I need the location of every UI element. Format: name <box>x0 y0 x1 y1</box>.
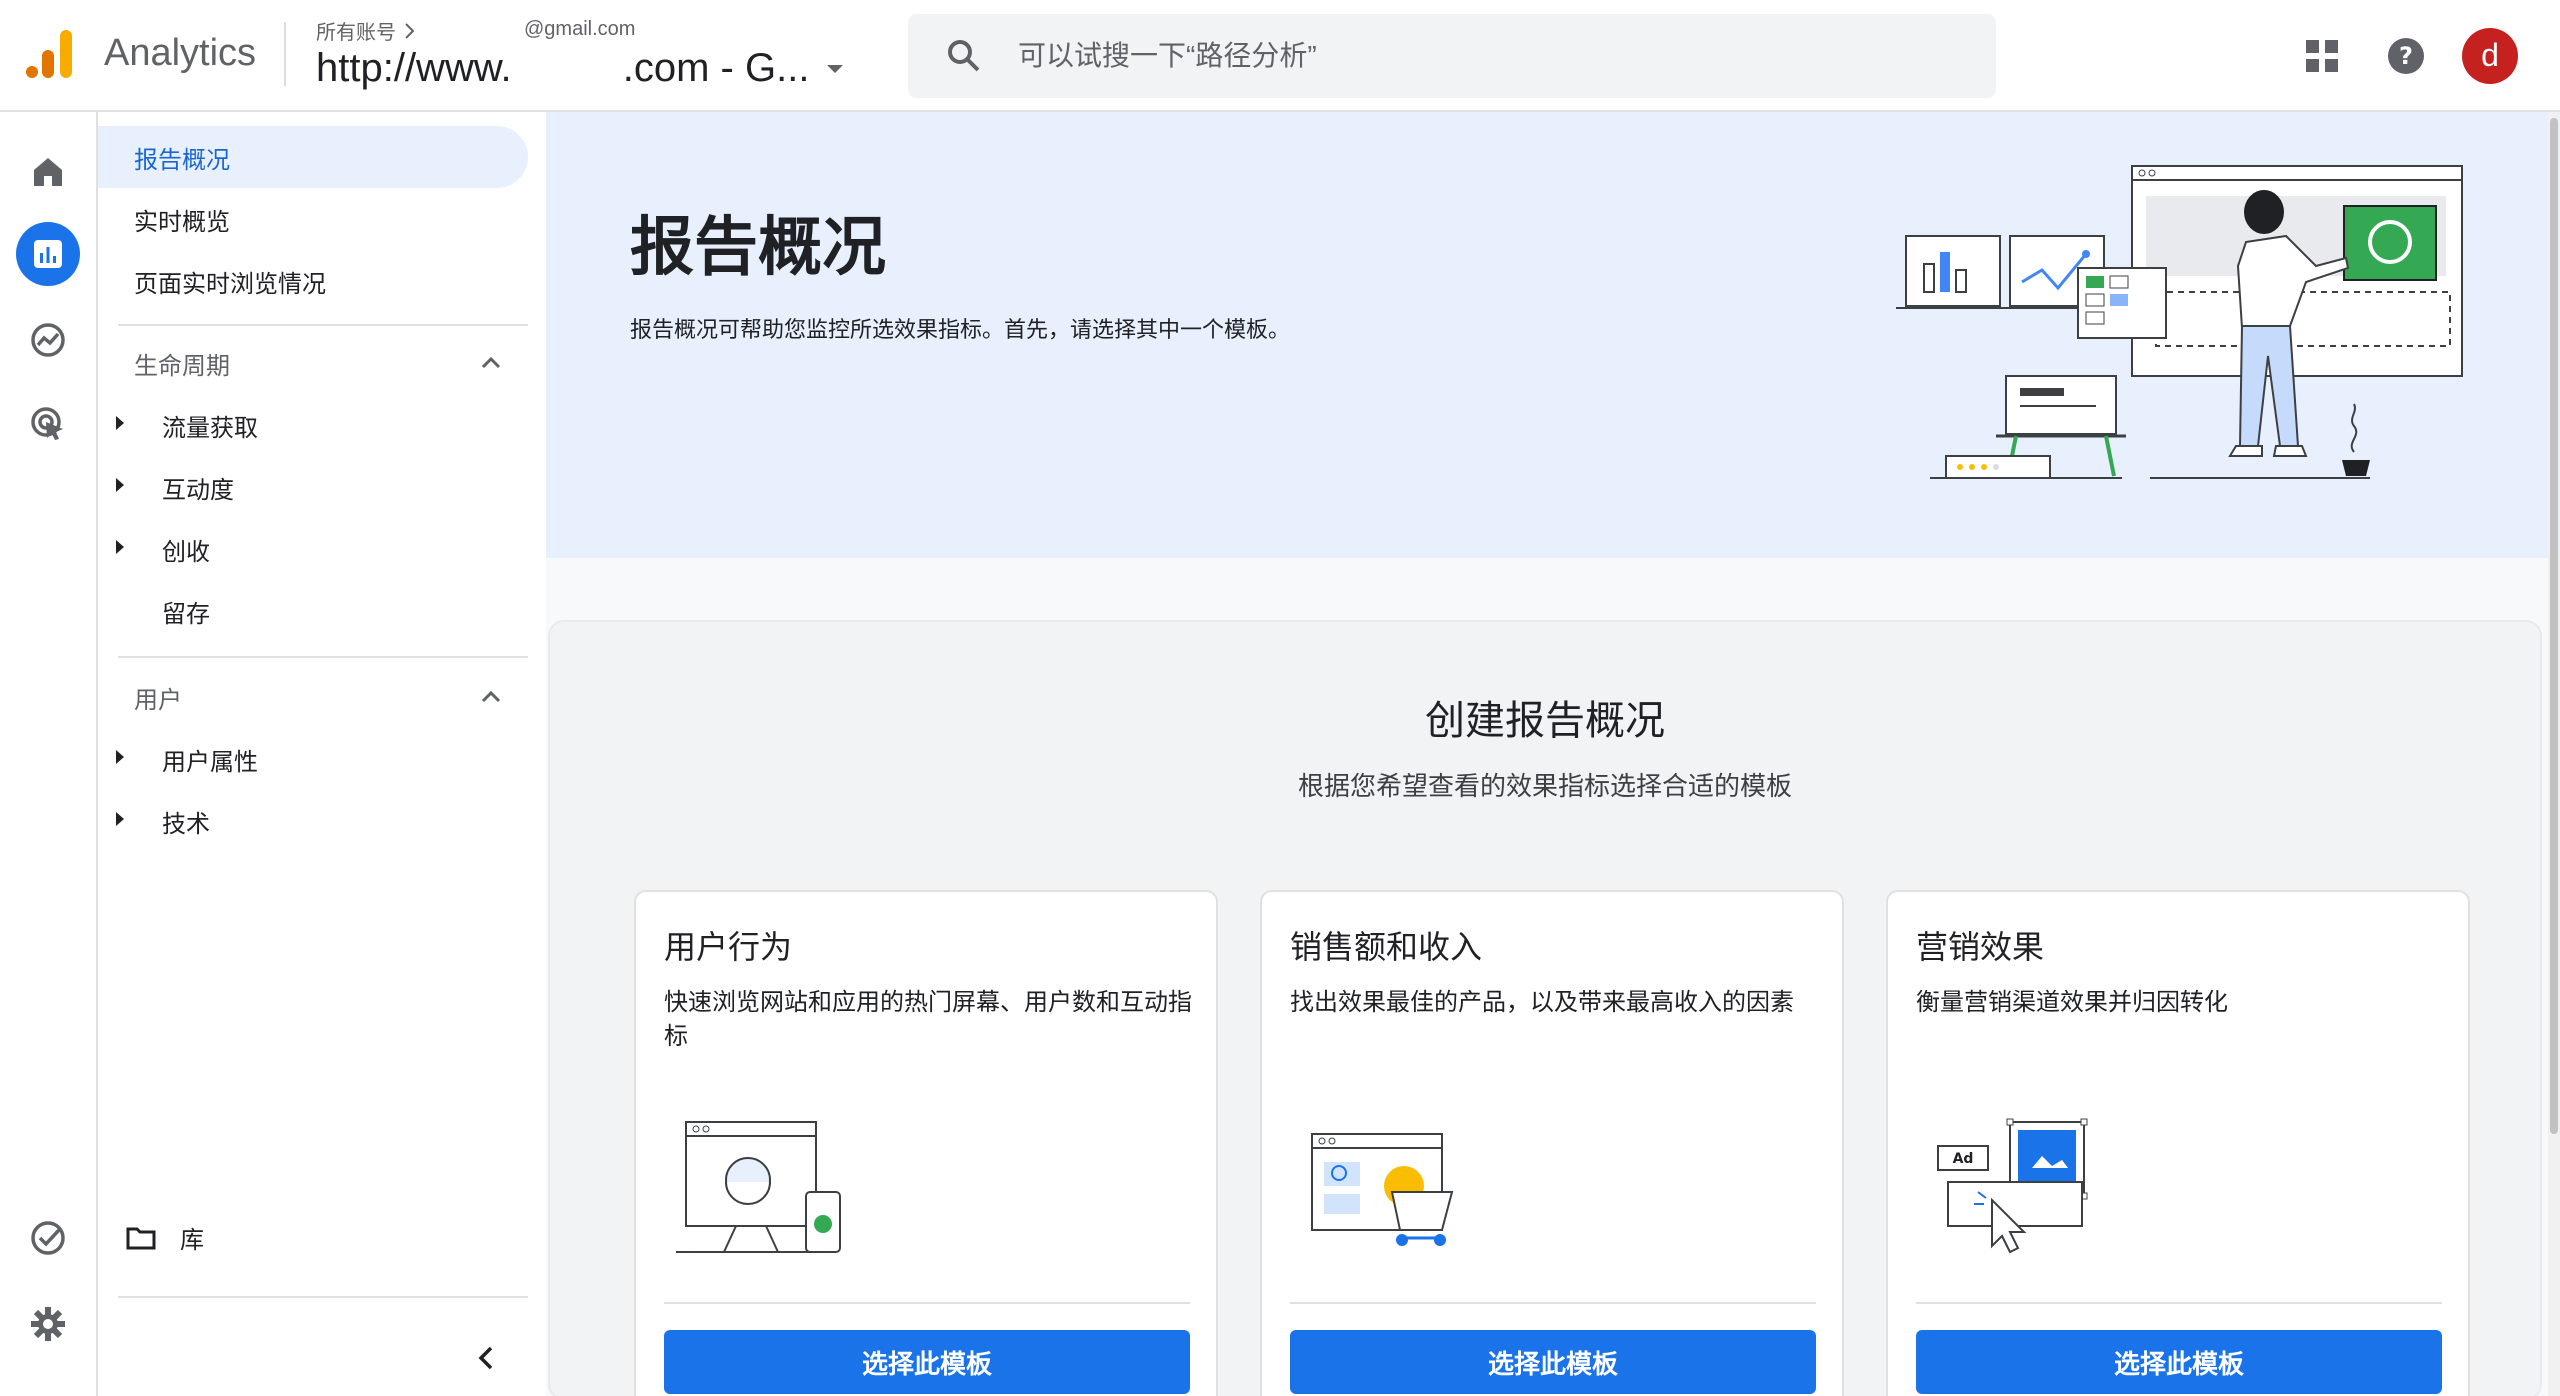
search-icon <box>948 40 980 72</box>
create-title: 创建报告概况 <box>1425 699 1665 743</box>
card-title: 营销效果 <box>1916 929 2045 965</box>
nav-retention[interactable]: 留存 <box>98 580 528 642</box>
property-name: http://www. .com - G... <box>316 46 810 90</box>
nav-section-title: 生命周期 <box>134 352 230 380</box>
chevron-up-icon <box>481 356 501 369</box>
expand-caret-icon <box>116 812 124 826</box>
card-description: 找出效果最佳的产品，以及带来最高收入的因素 <box>1290 989 1794 1016</box>
shopping-cart-illustration-icon <box>1311 1133 1454 1246</box>
expand-caret-icon <box>116 416 124 430</box>
template-card-sales-revenue: 销售额和收入 找出效果最佳的产品，以及带来最高收入的因素 选择此模板 <box>1260 890 1844 1396</box>
nav-divider <box>118 1296 528 1298</box>
nav-item-label: 互动度 <box>162 476 234 504</box>
expand-caret-icon <box>116 750 124 764</box>
nav-library[interactable]: 库 <box>126 1220 204 1255</box>
search-input[interactable] <box>1018 14 1958 98</box>
expand-caret-icon <box>116 540 124 554</box>
card-divider <box>1290 1302 1816 1304</box>
account-crumb-label: 所有账号 <box>316 22 396 44</box>
rail-reports[interactable] <box>16 222 80 286</box>
card-divider <box>664 1302 1190 1304</box>
nav-item-label: 用户属性 <box>162 748 258 776</box>
app-name: Analytics <box>104 32 257 74</box>
rail-explore[interactable] <box>16 308 80 372</box>
nav-section-lifecycle[interactable]: 生命周期 <box>98 332 528 394</box>
gear-icon <box>31 1307 65 1341</box>
page-scrollbar-thumb[interactable] <box>2550 118 2558 1134</box>
card-description: 快速浏览网站和应用的热门屏幕、用户数和互动指标 <box>664 989 1192 1050</box>
svg-text:Ad: Ad <box>1953 1151 1974 1167</box>
dropdown-arrow-icon <box>827 64 844 73</box>
ad-campaign-illustration-icon: Ad <box>1937 1118 2088 1254</box>
analytics-logo-icon[interactable] <box>24 28 76 80</box>
nav-item-label: 实时概览 <box>134 208 230 236</box>
create-subtitle: 根据您希望查看的效果指标选择合适的模板 <box>1297 771 1792 801</box>
template-card-marketing: 营销效果 衡量营销渠道效果并归因转化 Ad 选择此模板 <box>1886 890 2470 1396</box>
bar-chart-icon <box>34 240 62 268</box>
nav-item-label: 页面实时浏览情况 <box>134 270 326 298</box>
nav-section-user[interactable]: 用户 <box>98 666 528 728</box>
nav-tech[interactable]: 技术 <box>98 790 528 852</box>
rail-advertising[interactable] <box>16 392 80 456</box>
create-snapshot-panel: 创建报告概况 根据您希望查看的效果指标选择合适的模板 用户行为 快速浏览网站和应… <box>548 620 2542 1396</box>
select-template-button[interactable]: 选择此模板 <box>664 1330 1190 1394</box>
check-circle-icon <box>31 1221 65 1255</box>
nav-engagement[interactable]: 互动度 <box>98 456 528 518</box>
rail-admin[interactable] <box>16 1292 80 1356</box>
card-title: 用户行为 <box>664 929 793 965</box>
account-breadcrumb[interactable]: 所有账号 <box>316 16 418 45</box>
card-description: 衡量营销渠道效果并归因转化 <box>1916 989 2228 1016</box>
reports-side-nav: 报告概况 实时概览 页面实时浏览情况 生命周期 流量获取 互动度 创收 留存 用… <box>98 112 544 1396</box>
navigation-rail <box>0 112 98 1396</box>
property-selector[interactable]: http://www. .com - G... <box>316 46 845 91</box>
search-bar[interactable] <box>908 14 1996 98</box>
nav-realtime-overview[interactable]: 实时概览 <box>98 188 230 250</box>
apps-grid-icon[interactable] <box>2298 32 2346 80</box>
main-content: 报告概况 报告概况可帮助您监控所选效果指标。首先，请选择其中一个模板。 创建报告… <box>546 112 2548 1396</box>
select-template-button[interactable]: 选择此模板 <box>1916 1330 2442 1394</box>
nav-realtime-pages[interactable]: 页面实时浏览情况 <box>98 250 326 312</box>
monitor-illustration-icon <box>676 1121 841 1253</box>
page-description: 报告概况可帮助您监控所选效果指标。首先，请选择其中一个模板。 <box>630 317 1291 342</box>
expand-caret-icon <box>116 478 124 492</box>
nav-item-label: 技术 <box>162 810 210 838</box>
rail-configure[interactable] <box>16 1206 80 1270</box>
help-icon[interactable]: ? <box>2382 32 2430 80</box>
nav-item-label: 留存 <box>162 600 210 628</box>
nav-reports-snapshot[interactable]: 报告概况 <box>98 126 528 188</box>
card-title: 销售额和收入 <box>1290 929 1483 965</box>
nav-divider <box>118 324 528 326</box>
chevron-up-icon <box>481 690 501 703</box>
nav-item-label: 流量获取 <box>162 414 258 442</box>
hero-banner: 报告概况 报告概况可帮助您监控所选效果指标。首先，请选择其中一个模板。 <box>546 112 2548 558</box>
dashboard-illustration-icon <box>1896 165 2463 479</box>
card-divider <box>1916 1302 2442 1304</box>
top-app-bar: Analytics 所有账号 @gmail.com http://www. .c… <box>0 0 2560 112</box>
nav-item-label: 创收 <box>162 538 210 566</box>
library-label: 库 <box>180 1227 204 1254</box>
chevron-right-icon <box>405 22 415 39</box>
nav-monetization[interactable]: 创收 <box>98 518 528 580</box>
nav-divider <box>118 656 528 658</box>
explore-icon <box>31 323 65 357</box>
folder-icon <box>126 1227 156 1249</box>
account-email: @gmail.com <box>524 18 636 40</box>
svg-text:?: ? <box>2399 42 2413 70</box>
nav-acquisition[interactable]: 流量获取 <box>98 394 528 456</box>
collapse-nav-icon[interactable] <box>466 1338 506 1378</box>
select-template-button[interactable]: 选择此模板 <box>1290 1330 1816 1394</box>
nav-item-label: 报告概况 <box>134 146 230 174</box>
nav-user-attributes[interactable]: 用户属性 <box>98 728 528 790</box>
header-divider <box>284 22 286 86</box>
page-title: 报告概况 <box>630 211 886 283</box>
home-icon <box>34 158 62 186</box>
rail-home[interactable] <box>16 140 80 204</box>
advertising-icon <box>31 407 63 440</box>
nav-section-title: 用户 <box>134 686 182 714</box>
template-card-user-behavior: 用户行为 快速浏览网站和应用的热门屏幕、用户数和互动指标 选择此模板 <box>634 890 1218 1396</box>
account-avatar[interactable]: d <box>2462 28 2518 84</box>
